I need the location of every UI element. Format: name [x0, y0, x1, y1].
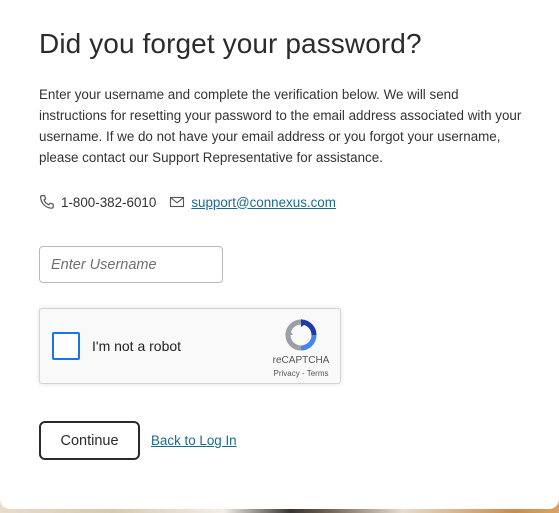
support-email-link[interactable]: support@connexus.com	[191, 195, 336, 210]
recaptcha-links: Privacy - Terms	[262, 369, 340, 378]
recaptcha-logo-icon	[285, 319, 317, 351]
recaptcha-link-separator: -	[299, 369, 307, 378]
recaptcha-label: I'm not a robot	[92, 338, 182, 354]
recaptcha-terms-link[interactable]: Terms	[307, 369, 329, 378]
forgot-password-modal: Did you forget your password? Enter your…	[0, 0, 559, 509]
contact-info: 1-800-382-6010 support@connexus.com	[39, 192, 336, 212]
instructions-text: Enter your username and complete the ver…	[39, 87, 522, 165]
mail-icon	[169, 194, 185, 210]
username-input[interactable]	[39, 246, 223, 283]
phone-number: 1-800-382-6010	[61, 194, 157, 210]
continue-button[interactable]: Continue	[39, 421, 140, 460]
recaptcha-brand: reCAPTCHA	[272, 355, 330, 366]
recaptcha-widget: I'm not a robot reCAPTCHA Privacy - Term…	[39, 308, 341, 384]
recaptcha-privacy-link[interactable]: Privacy	[274, 369, 300, 378]
recaptcha-checkbox[interactable]	[52, 332, 80, 360]
phone-icon	[39, 194, 55, 210]
back-to-login-link[interactable]: Back to Log In	[151, 433, 237, 448]
page-title: Did you forget your password?	[39, 28, 422, 59]
